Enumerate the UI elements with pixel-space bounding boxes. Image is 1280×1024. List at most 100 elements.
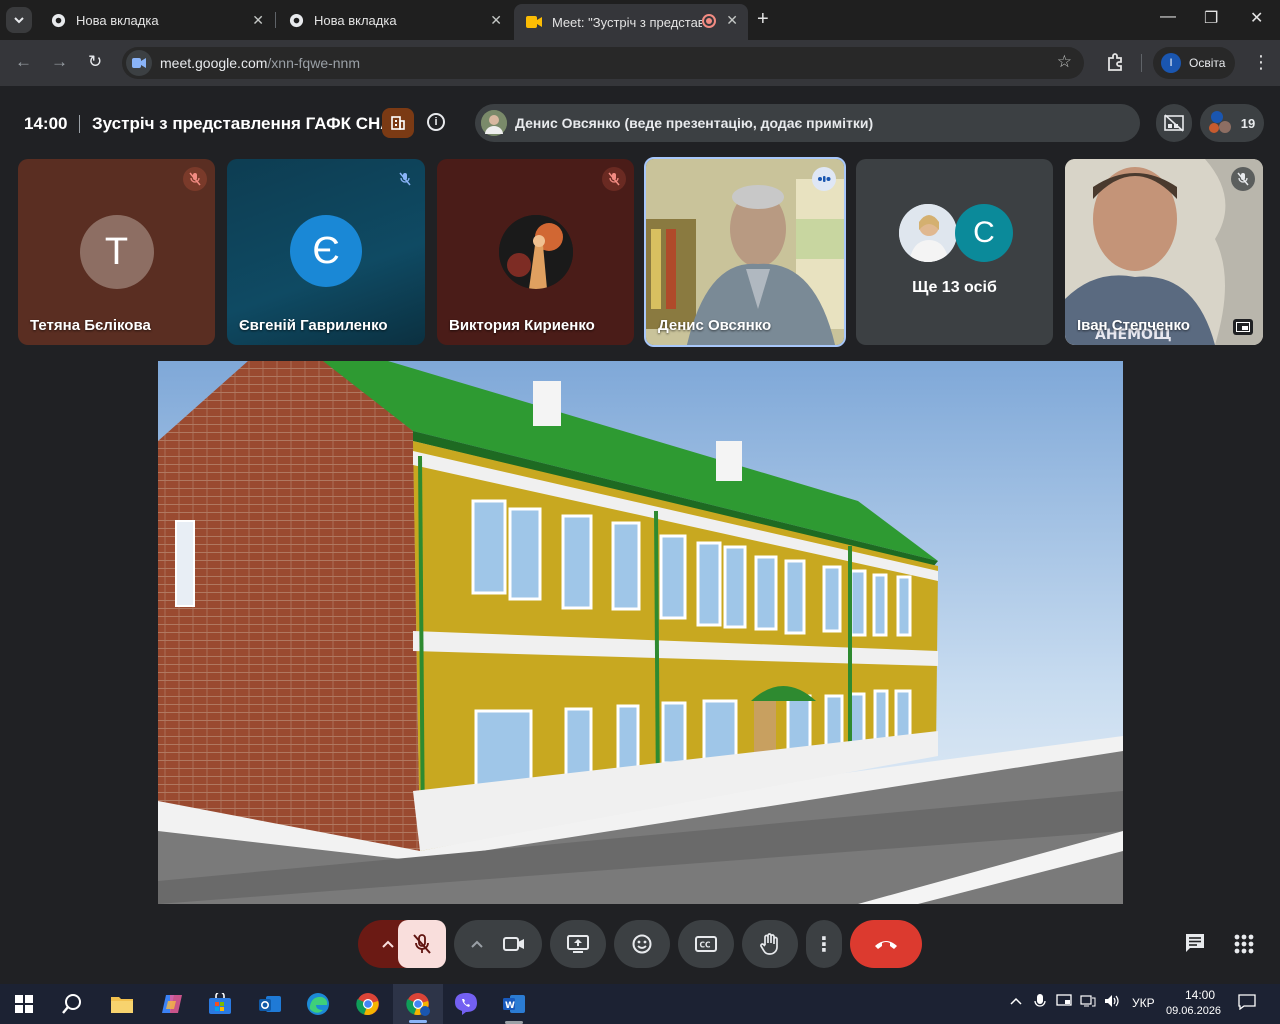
mic-off-icon — [602, 167, 626, 191]
extensions-icon[interactable] — [1105, 52, 1125, 77]
outlook-icon[interactable] — [256, 990, 284, 1018]
present-screen-button[interactable] — [550, 920, 606, 968]
participant-tile[interactable]: АНЕМОЩ Іван Степченко — [1065, 159, 1263, 345]
language-indicator[interactable]: УКР — [1132, 996, 1155, 1010]
building-rendering-image — [158, 361, 1123, 904]
word-icon[interactable]: W — [500, 990, 528, 1018]
chrome-profile-icon — [404, 990, 432, 1018]
participant-tile-speaking[interactable]: Денис Овсянко — [644, 157, 846, 347]
mic-off-icon — [393, 167, 417, 191]
edge-icon[interactable] — [304, 990, 332, 1018]
caret-up-icon[interactable] — [471, 940, 483, 948]
microsoft-store-icon[interactable] — [206, 990, 234, 1018]
microphone-toggle-button[interactable] — [398, 920, 446, 968]
picture-in-picture-icon[interactable] — [1233, 319, 1253, 335]
copilot-icon[interactable] — [158, 990, 186, 1018]
header-divider — [79, 115, 80, 133]
avatar — [899, 204, 957, 262]
url-host: meet.google.com — [160, 55, 268, 71]
close-icon[interactable]: ✕ — [252, 12, 264, 29]
leave-call-button[interactable] — [850, 920, 922, 968]
participant-name: Іван Степченко — [1077, 317, 1190, 334]
close-window-button[interactable]: ✕ — [1250, 8, 1263, 28]
meeting-time: 14:00 — [24, 114, 68, 133]
clock-time[interactable]: 14:00 — [1180, 988, 1220, 1002]
clock-date[interactable]: 09.06.2026 — [1166, 1005, 1221, 1017]
mic-off-icon — [183, 167, 207, 191]
browser-menu-icon[interactable]: ⋮ — [1252, 52, 1270, 73]
participant-tile[interactable]: Т Тетяна Бєлікова — [18, 159, 215, 345]
tab-label: Meet: "Зустріч з представл — [552, 14, 702, 30]
participant-name: Тетяна Бєлікова — [30, 317, 151, 334]
svg-text:W: W — [505, 1001, 515, 1011]
no-video-grid-icon — [1164, 114, 1184, 132]
camera-site-icon[interactable] — [126, 50, 152, 76]
emoji-icon — [632, 934, 652, 954]
windows-start-icon[interactable] — [10, 990, 38, 1018]
captions-button[interactable]: CC — [678, 920, 734, 968]
screen-share-tray-icon[interactable] — [1056, 994, 1072, 1011]
presenter-avatar — [481, 110, 507, 136]
participant-name: Євгеній Гавриленко — [239, 317, 388, 334]
tab-search-button[interactable] — [6, 7, 32, 33]
minimize-button[interactable]: — — [1160, 8, 1176, 26]
present-screen-icon — [567, 935, 589, 953]
close-icon[interactable]: ✕ — [490, 12, 502, 29]
raise-hand-button[interactable] — [742, 920, 798, 968]
reload-icon[interactable]: ↻ — [88, 52, 102, 72]
camera-icon[interactable] — [503, 936, 525, 952]
participants-avatars-icon — [1208, 111, 1233, 135]
avatar — [498, 215, 573, 289]
bookmark-star-icon[interactable]: ☆ — [1057, 52, 1072, 72]
show-hidden-icons-icon[interactable] — [1010, 994, 1022, 1008]
participant-tile[interactable]: Виктория Кириенко — [437, 159, 634, 345]
browser-tab-2[interactable]: Нова вкладка ✕ — [276, 4, 512, 36]
participant-name: Виктория Кириенко — [449, 317, 595, 334]
more-participants-label: Ще 13 осіб — [912, 279, 997, 296]
more-vert-icon: ⋮ — [814, 933, 834, 956]
tab-label: Нова вкладка — [314, 12, 397, 28]
viber-icon[interactable] — [452, 990, 480, 1018]
reactions-button[interactable] — [614, 920, 670, 968]
back-arrow-icon[interactable]: ← — [15, 52, 32, 72]
profile-avatar: І — [1161, 53, 1181, 73]
volume-icon[interactable] — [1104, 994, 1122, 1011]
chat-icon[interactable] — [1184, 932, 1206, 959]
forward-arrow-icon[interactable]: → — [51, 52, 68, 72]
mic-off-icon — [1231, 167, 1255, 191]
more-participants-tile[interactable]: С Ще 13 осіб — [856, 159, 1053, 345]
activities-grid-icon[interactable] — [1234, 934, 1254, 959]
windows-taskbar: W УКР 14:00 09.06.2026 — [0, 984, 1280, 1024]
svg-text:CC: CC — [700, 941, 712, 950]
info-icon[interactable]: i — [427, 113, 445, 131]
browser-toolbar: ← → ↻ meet.google.com/xnn-fqwe-nnm ☆ І О… — [0, 40, 1280, 86]
notifications-icon[interactable] — [1238, 994, 1256, 1013]
active-taskbar-item[interactable] — [393, 984, 443, 1024]
active-indicator — [409, 1020, 427, 1023]
more-options-button[interactable]: ⋮ — [806, 920, 842, 968]
building-badge-icon[interactable] — [382, 108, 414, 138]
meeting-header: 14:00 Зустріч з представлення ГАФК СНАУ … — [0, 86, 1280, 158]
browser-tab-1[interactable]: Нова вкладка ✕ — [38, 4, 274, 36]
microphone-tray-icon[interactable] — [1034, 994, 1046, 1013]
meet-icon — [526, 14, 542, 30]
hide-tiles-button[interactable] — [1156, 104, 1192, 142]
avatar: Т — [79, 215, 154, 289]
camera-group-button[interactable] — [454, 920, 542, 968]
recording-icon — [702, 14, 716, 28]
network-icon[interactable] — [1080, 994, 1096, 1011]
chrome-icon — [288, 12, 304, 28]
close-icon[interactable]: ✕ — [726, 12, 738, 29]
participants-button[interactable]: 19 — [1200, 104, 1264, 142]
restore-button[interactable]: ❐ — [1204, 8, 1218, 28]
address-bar[interactable]: meet.google.com/xnn-fqwe-nnm ☆ — [122, 47, 1084, 79]
hang-up-icon — [875, 941, 897, 949]
new-tab-button[interactable]: + — [757, 8, 769, 31]
browser-tab-meet[interactable]: Meet: "Зустріч з представл ✕ — [514, 4, 748, 40]
profile-label: Освіта — [1189, 56, 1226, 70]
profile-button[interactable]: І Освіта — [1153, 47, 1235, 79]
search-icon[interactable] — [58, 990, 86, 1018]
chrome-icon[interactable] — [354, 990, 382, 1018]
file-explorer-icon[interactable] — [108, 990, 136, 1018]
participant-tile[interactable]: Є Євгеній Гавриленко — [227, 159, 425, 345]
